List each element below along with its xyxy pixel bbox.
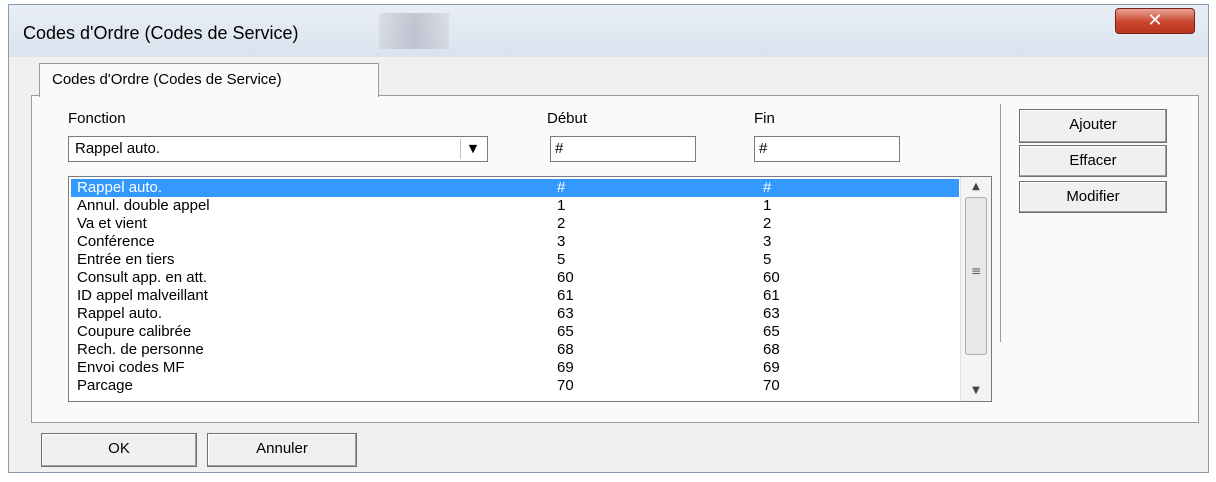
list-item-name: Consult app. en att. (77, 269, 208, 286)
debut-label: Début (547, 110, 588, 127)
list-item-debut: 70 (557, 377, 574, 394)
list-item-name: Rech. de personne (77, 341, 204, 358)
codes-list[interactable]: Rappel auto. # # Annul. double appel 1 1 Va et… (68, 176, 992, 402)
delete-button[interactable]: Effacer (1019, 145, 1167, 177)
list-item[interactable]: Coupure calibrée 65 65 (71, 323, 959, 341)
tab-label: Codes d'Ordre (Codes de Service) (52, 71, 282, 88)
list-item[interactable]: Entrée en tiers 5 5 (71, 251, 959, 269)
list-item-debut: 63 (557, 305, 574, 322)
scroll-thumb[interactable]: ≡ (965, 197, 987, 355)
list-item[interactable]: Va et vient 2 2 (71, 215, 959, 233)
scrollbar[interactable]: ▲ ≡ ▼ (960, 177, 991, 401)
list-item-fin: 60 (763, 269, 780, 286)
list-item-fin: 61 (763, 287, 780, 304)
list-item-name: Rappel auto. (77, 179, 163, 196)
list-item-debut: 5 (557, 251, 566, 268)
tab-codes-ordre[interactable]: Codes d'Ordre (Codes de Service) (39, 63, 379, 97)
list-item-debut: 1 (557, 197, 566, 214)
list-item-fin: # (763, 179, 772, 196)
debut-value: # (555, 140, 564, 157)
list-item-fin: 1 (763, 197, 772, 214)
delete-button-label: Effacer (1069, 152, 1117, 169)
list-item-fin: 69 (763, 359, 780, 376)
fonction-value: Rappel auto. (75, 140, 161, 157)
add-button[interactable]: Ajouter (1019, 109, 1167, 143)
list-item-name: Entrée en tiers (77, 251, 175, 268)
cancel-button-label: Annuler (256, 440, 308, 457)
list-item-name: Rappel auto. (77, 305, 163, 322)
list-item-fin: 5 (763, 251, 772, 268)
title-bar-blur (379, 13, 449, 49)
fin-label: Fin (754, 110, 775, 127)
list-item[interactable]: Rappel auto. # # (71, 179, 959, 197)
list-item-debut: 3 (557, 233, 566, 250)
list-item-fin: 63 (763, 305, 780, 322)
list-item-fin: 70 (763, 377, 780, 394)
list-item-debut: 68 (557, 341, 574, 358)
arrow-up-icon[interactable]: ▲ (961, 179, 991, 195)
list-item-fin: 65 (763, 323, 780, 340)
list-item-debut: 61 (557, 287, 574, 304)
list-item-name: Parcage (77, 377, 133, 394)
list-item-name: Envoi codes MF (77, 359, 185, 376)
list-item[interactable]: Rappel auto. 63 63 (71, 305, 959, 323)
list-item-fin: 68 (763, 341, 780, 358)
modify-button[interactable]: Modifier (1019, 181, 1167, 213)
list-item-name: Conférence (77, 233, 155, 250)
fin-field[interactable]: # (754, 136, 900, 162)
add-button-label: Ajouter (1069, 116, 1117, 133)
panel-divider (1000, 104, 1001, 342)
ok-button-label: OK (108, 440, 130, 457)
list-item-debut: 60 (557, 269, 574, 286)
list-item[interactable]: Annul. double appel 1 1 (71, 197, 959, 215)
list-item-fin: 3 (763, 233, 772, 250)
ok-button[interactable]: OK (41, 433, 197, 467)
arrow-down-icon[interactable]: ▼ (961, 383, 991, 399)
dialog-window: Codes d'Ordre (Codes de Service) ✕ Codes… (8, 4, 1209, 473)
list-item-name: Annul. double appel (77, 197, 210, 214)
cancel-button[interactable]: Annuler (207, 433, 357, 467)
debut-field[interactable]: # (550, 136, 696, 162)
list-item-debut: # (557, 179, 566, 196)
list-item[interactable]: Envoi codes MF 69 69 (71, 359, 959, 377)
list-item[interactable]: Consult app. en att. 60 60 (71, 269, 959, 287)
list-item-name: ID appel malveillant (77, 287, 208, 304)
list-item-debut: 65 (557, 323, 574, 340)
fonction-dropdown[interactable]: Rappel auto. ▼ (68, 136, 488, 162)
list-item-name: Coupure calibrée (77, 323, 192, 340)
chevron-down-icon[interactable]: ▼ (460, 139, 485, 159)
list-item-debut: 2 (557, 215, 566, 232)
list-item-name: Va et vient (77, 215, 147, 232)
list-item[interactable]: Parcage 70 70 (71, 377, 959, 395)
list-item-debut: 69 (557, 359, 574, 376)
scroll-grip-icon: ≡ (970, 264, 982, 278)
window-title: Codes d'Ordre (Codes de Service) (23, 23, 299, 43)
title-bar: Codes d'Ordre (Codes de Service) ✕ (9, 5, 1208, 57)
fonction-label: Fonction (68, 110, 126, 127)
modify-button-label: Modifier (1066, 188, 1120, 205)
close-icon: ✕ (1147, 10, 1163, 31)
fin-value: # (759, 140, 768, 157)
list-item-fin: 2 (763, 215, 772, 232)
list-item[interactable]: ID appel malveillant 61 61 (71, 287, 959, 305)
list-item[interactable]: Rech. de personne 68 68 (71, 341, 959, 359)
close-button[interactable]: ✕ (1115, 8, 1195, 34)
list-item[interactable]: Conférence 3 3 (71, 233, 959, 251)
